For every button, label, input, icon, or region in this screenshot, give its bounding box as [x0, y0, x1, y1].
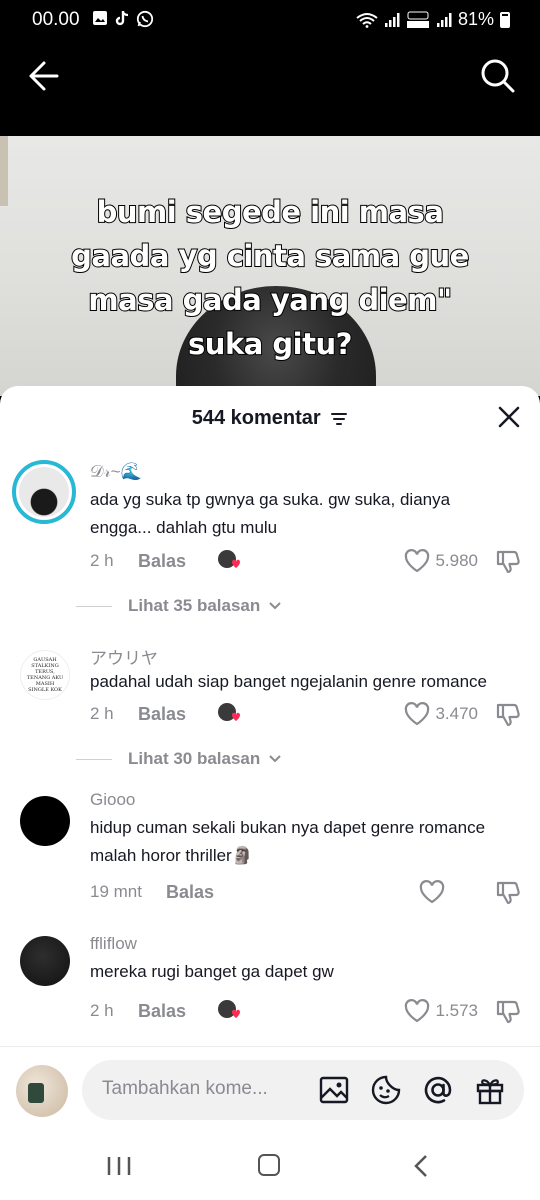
reply-button[interactable]: Balas: [166, 882, 214, 903]
caption-line: bumi segede ini masa: [96, 194, 445, 230]
notification-icons: [92, 10, 154, 28]
reply-button[interactable]: Balas: [138, 1001, 186, 1022]
whatsapp-notification-icon: [136, 10, 154, 28]
nav-back-icon[interactable]: [412, 1154, 430, 1178]
like-count: 5.980: [435, 551, 478, 570]
comments-header: 544 komentar: [0, 386, 540, 450]
caption-line: masa gada yang diem": [87, 282, 453, 318]
heart-outline-icon: [419, 880, 445, 904]
gift-icon[interactable]: [474, 1074, 506, 1106]
system-nav-bar: [0, 1132, 540, 1200]
comment-text: padahal udah siap banget ngejalanin genr…: [90, 672, 487, 691]
view-replies-label: Lihat 30 balasan: [128, 749, 261, 768]
view-replies-button[interactable]: Lihat 35 balasan: [76, 596, 282, 616]
back-arrow-icon[interactable]: [22, 54, 66, 98]
signal-icon: [384, 12, 400, 27]
battery-percent: 81%: [457, 9, 494, 29]
sort-filter-icon[interactable]: [330, 412, 348, 426]
comment-item: ffliflow mereka rugi banget ga dapet gw …: [0, 924, 540, 1046]
video-caption: bumi segede ini masa gaada yg cinta sama…: [0, 190, 540, 366]
comment-time: 2 h: [90, 551, 114, 570]
comment-item: 𝒟𝓇~🌊 ada yg suka tp gwnya ga suka. gw su…: [0, 450, 540, 630]
comment-username[interactable]: 𝒟𝓇~🌊: [90, 462, 510, 484]
comments-sheet: 544 komentar 𝒟𝓇~🌊 ada yg suka tp gwnya g…: [0, 386, 540, 1200]
tiktok-notification-icon: [115, 11, 129, 26]
video-player[interactable]: bumi segede ini masa gaada yg cinta sama…: [0, 136, 540, 396]
avatar[interactable]: [12, 460, 76, 524]
comment-username[interactable]: Giooo: [90, 790, 510, 812]
avatar[interactable]: [20, 796, 70, 846]
heart-outline-icon: [405, 999, 430, 1023]
caption-line: gaada yg cinta sama gue: [70, 238, 470, 274]
dislike-icon[interactable]: [494, 997, 522, 1025]
heart-outline-icon: [405, 549, 430, 573]
like-count: 1.573: [435, 1001, 478, 1020]
like-button[interactable]: [418, 879, 450, 905]
dislike-icon[interactable]: [494, 878, 522, 906]
status-bar: 00.00 81%: [0, 0, 540, 40]
caption-line: suka gitu?: [187, 326, 353, 362]
wifi-icon: [356, 12, 378, 28]
divider-line: [76, 605, 112, 607]
like-button[interactable]: 1.573: [403, 998, 478, 1024]
comment-time: 2 h: [90, 1001, 114, 1020]
home-icon[interactable]: [258, 1154, 280, 1176]
close-icon[interactable]: [498, 406, 520, 428]
comment-input[interactable]: Tambahkan kome...: [82, 1060, 524, 1120]
like-count: 3.470: [435, 704, 478, 723]
top-bar: [0, 40, 540, 136]
dislike-icon[interactable]: [494, 547, 522, 575]
creator-liked-badge: [216, 548, 246, 574]
comment-count: 544 komentar: [191, 407, 321, 429]
comment-time: 2 h: [90, 704, 114, 723]
comment-item: GAUSAH STALKING TERUS, TENANG AKU MASIH …: [0, 630, 540, 784]
like-button[interactable]: 5.980: [403, 548, 478, 574]
chevron-down-icon: [269, 755, 281, 763]
image-icon[interactable]: [318, 1074, 350, 1106]
view-replies-label: Lihat 35 balasan: [128, 596, 261, 615]
gallery-notification-icon: [93, 11, 107, 25]
creator-liked-badge: [216, 701, 246, 727]
comment-text: ada yg suka tp gwnya ga suka. gw suka, d…: [90, 490, 451, 537]
avatar[interactable]: GAUSAH STALKING TERUS, TENANG AKU MASIH …: [20, 650, 70, 700]
comment-input-placeholder: Tambahkan kome...: [102, 1078, 268, 1099]
comment-username[interactable]: アウリヤ: [90, 644, 510, 668]
recent-apps-icon[interactable]: [106, 1156, 132, 1176]
heart-outline-icon: [405, 702, 430, 726]
battery-icon: [500, 11, 510, 28]
comment-text: mereka rugi banget ga dapet gw: [90, 962, 334, 981]
mention-icon[interactable]: [422, 1074, 454, 1106]
reply-button[interactable]: Balas: [138, 704, 186, 725]
status-time: 00.00: [32, 9, 80, 30]
comment-input-bar: Tambahkan kome...: [0, 1046, 540, 1132]
chevron-down-icon: [269, 602, 281, 610]
comment-text: hidup cuman sekali bukan nya dapet genre…: [90, 818, 486, 865]
like-button[interactable]: 3.470: [403, 701, 478, 727]
reply-button[interactable]: Balas: [138, 551, 186, 572]
search-icon[interactable]: [476, 54, 520, 98]
comment-list[interactable]: 𝒟𝓇~🌊 ada yg suka tp gwnya ga suka. gw su…: [0, 450, 540, 1046]
signal-2-icon: [436, 12, 452, 27]
avatar[interactable]: [20, 936, 70, 986]
dislike-icon[interactable]: [494, 700, 522, 728]
emoji-sticker-icon[interactable]: [370, 1074, 402, 1106]
volte-lte-icon: [406, 11, 429, 28]
view-replies-button[interactable]: Lihat 30 balasan: [76, 749, 282, 769]
creator-liked-badge: [216, 998, 246, 1024]
divider-line: [76, 758, 112, 760]
comment-username[interactable]: ffliflow: [90, 934, 510, 956]
current-user-avatar: [16, 1065, 68, 1117]
comment-item: Giooo hidup cuman sekali bukan nya dapet…: [0, 784, 540, 924]
comment-time: 19 mnt: [90, 882, 142, 901]
avatar-text: GAUSAH STALKING TERUS, TENANG AKU MASIH …: [26, 657, 64, 693]
